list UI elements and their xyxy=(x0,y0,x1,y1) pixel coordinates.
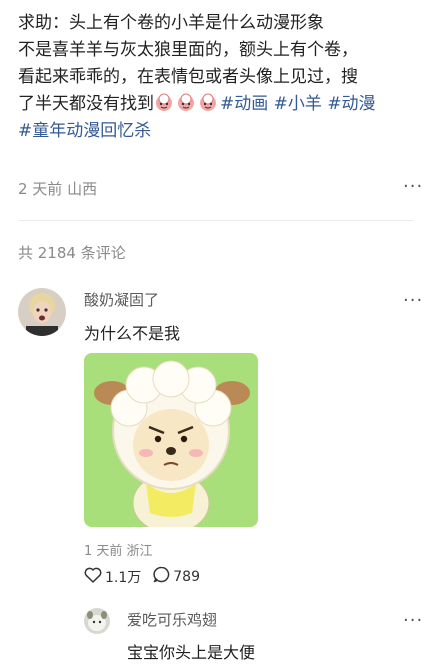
post-line-5: #童年动漫回忆杀 xyxy=(18,118,426,145)
more-icon[interactable]: ··· xyxy=(403,290,423,311)
reply-username[interactable]: 爱吃可乐鸡翅 xyxy=(127,609,217,630)
post-line-4: 了半天都没有找到 #动画 #小羊 #动漫 xyxy=(18,91,426,118)
reply-button[interactable]: 789 xyxy=(153,566,200,587)
post-line-2: 不是喜羊羊与灰太狼里面的，额头上有个卷， xyxy=(18,40,358,60)
post-line-4-text: 了半天都没有找到 xyxy=(18,94,154,114)
post-text: 求助：头上有个卷的小羊是什么动漫形象 不是喜羊羊与灰太狼里面的，额头上有个卷， … xyxy=(18,10,426,145)
emoji-icon xyxy=(198,93,220,114)
comment-username[interactable]: 酸奶凝固了 xyxy=(84,289,159,310)
comment-image[interactable] xyxy=(84,353,258,527)
tag-link[interactable]: #动画 xyxy=(220,94,268,114)
comment-time: 1 天前 xyxy=(84,544,123,559)
comment-location: 浙江 xyxy=(126,544,153,559)
avatar[interactable] xyxy=(84,608,110,634)
comment-actions: 1.1万 789 xyxy=(84,566,200,587)
tag-link[interactable]: #童年动漫回忆杀 xyxy=(18,121,151,141)
emoji-icon xyxy=(154,93,176,114)
tag-link[interactable]: #动漫 xyxy=(327,94,375,114)
comment-icon xyxy=(153,566,173,587)
avatar[interactable] xyxy=(18,288,66,336)
like-count: 1.1万 xyxy=(105,569,142,586)
reply-text: 宝宝你头上是大便 xyxy=(127,643,256,662)
reply-count: 789 xyxy=(173,568,200,585)
comment-meta: 1 天前 浙江 xyxy=(84,540,153,559)
heart-icon xyxy=(84,567,105,587)
post-line-1: 求助：头上有个卷的小羊是什么动漫形象 xyxy=(18,13,324,33)
comment-text: 为什么不是我 xyxy=(84,324,181,343)
post-time: 2 天前 xyxy=(18,180,63,198)
emoji-icon xyxy=(176,93,198,114)
post-meta: 2 天前 山西 xyxy=(18,178,97,199)
tag-link[interactable]: #小羊 xyxy=(274,94,322,114)
post-line-3: 看起来乖乖的，在表情包或者头像上见过，搜 xyxy=(18,67,358,87)
post-location: 山西 xyxy=(67,180,98,198)
more-icon[interactable]: ··· xyxy=(403,176,423,197)
comments-count: 共 2184 条评论 xyxy=(18,244,126,262)
more-icon[interactable]: ··· xyxy=(403,610,423,631)
divider xyxy=(18,220,414,221)
like-button[interactable]: 1.1万 xyxy=(84,567,141,587)
